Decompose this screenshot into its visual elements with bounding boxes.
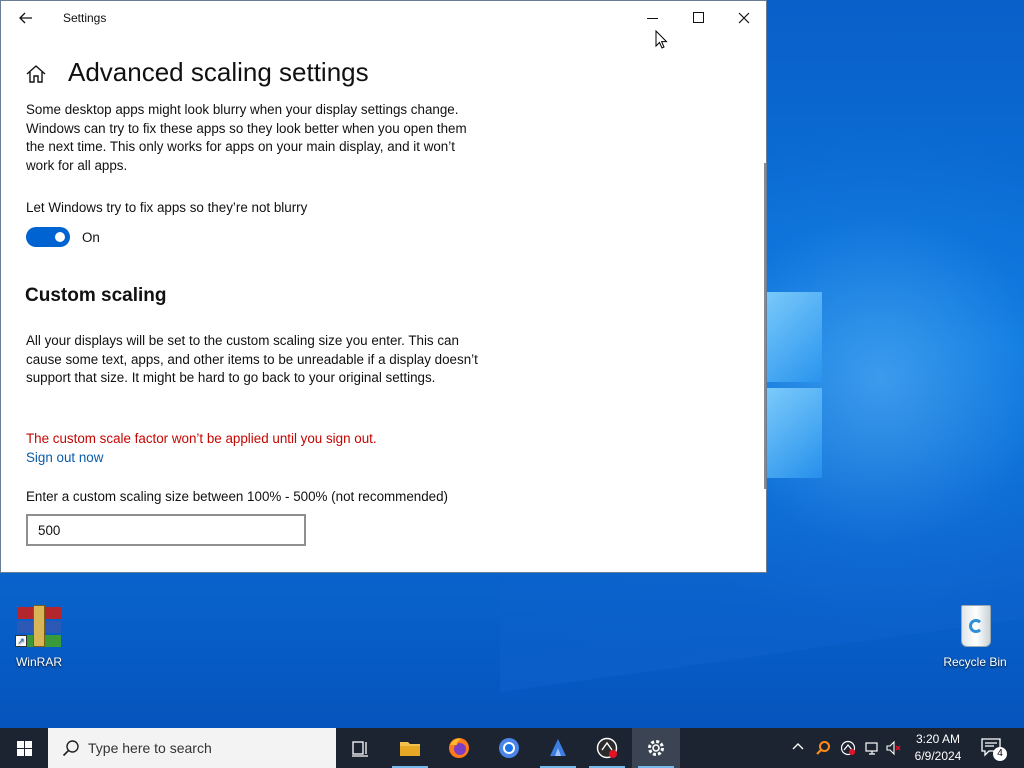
mouse-cursor-icon bbox=[655, 30, 668, 49]
scrollbar-thumb[interactable] bbox=[764, 163, 766, 489]
winrar-icon: ↗ bbox=[15, 603, 63, 651]
app-button[interactable] bbox=[534, 728, 582, 768]
clock-time: 3:20 AM bbox=[915, 732, 961, 746]
task-view-button[interactable] bbox=[336, 728, 384, 768]
search-tray-icon[interactable] bbox=[815, 740, 831, 756]
sign-out-warning: The custom scale factor won’t be applied… bbox=[26, 431, 377, 446]
custom-scaling-input-label: Enter a custom scaling size between 100%… bbox=[26, 489, 449, 504]
search-placeholder: Type here to search bbox=[88, 740, 212, 756]
app-icon bbox=[550, 739, 566, 756]
sync-tray-icon[interactable] bbox=[840, 740, 856, 756]
title-bar: Settings bbox=[1, 1, 766, 35]
taskbar-clock[interactable]: 3:20 AM 6/9/2024 bbox=[906, 731, 970, 765]
back-button[interactable] bbox=[15, 7, 37, 29]
minimize-icon bbox=[647, 18, 658, 19]
file-explorer-button[interactable] bbox=[386, 728, 434, 768]
clock-date: 6/9/2024 bbox=[914, 749, 962, 763]
firefox-icon bbox=[449, 738, 469, 758]
settings-icon bbox=[648, 740, 664, 756]
close-button[interactable] bbox=[721, 1, 766, 35]
app-record-button[interactable] bbox=[583, 728, 631, 768]
blurry-fix-toggle[interactable] bbox=[26, 227, 70, 247]
app-record-icon bbox=[596, 737, 618, 759]
maximize-icon bbox=[693, 12, 704, 23]
custom-scaling-heading: Custom scaling bbox=[25, 285, 167, 306]
search-icon bbox=[62, 740, 79, 757]
volume-muted-icon[interactable] bbox=[886, 740, 902, 756]
intro-text: Some desktop apps might look blurry when… bbox=[26, 102, 467, 173]
settings-button[interactable] bbox=[632, 728, 680, 768]
network-icon[interactable] bbox=[864, 740, 880, 756]
custom-scaling-input[interactable] bbox=[26, 514, 306, 546]
file-explorer-icon bbox=[400, 742, 420, 756]
blurry-fix-toggle-label: Let Windows try to fix apps so they’re n… bbox=[26, 200, 308, 215]
desktop-icon-label: Recycle Bin bbox=[943, 655, 1007, 669]
home-icon[interactable] bbox=[25, 63, 47, 85]
notification-count-badge: 4 bbox=[993, 747, 1007, 761]
firefox-button[interactable] bbox=[435, 728, 483, 768]
maximize-button[interactable] bbox=[675, 1, 721, 35]
action-center-button[interactable]: 4 bbox=[980, 736, 1007, 761]
sign-out-now-link[interactable]: Sign out now bbox=[26, 450, 103, 465]
show-hidden-icons-chevron-icon[interactable] bbox=[790, 740, 806, 756]
taskbar: Type here to search 3:20 AM 6/9/2024 4 bbox=[0, 728, 1024, 768]
custom-scaling-description: All your displays will be set to the cus… bbox=[26, 333, 478, 385]
taskbar-search-box[interactable]: Type here to search bbox=[48, 728, 336, 768]
desktop-icon-label: WinRAR bbox=[15, 655, 62, 669]
start-button[interactable] bbox=[0, 728, 48, 768]
chrome-icon bbox=[499, 738, 519, 758]
desktop-icon-winrar[interactable]: ↗ WinRAR bbox=[0, 603, 79, 669]
close-icon bbox=[738, 12, 750, 24]
back-arrow-icon bbox=[19, 12, 32, 24]
task-view-icon bbox=[352, 741, 368, 757]
recycle-bin-icon bbox=[951, 603, 999, 651]
toggle-state-text: On bbox=[82, 230, 100, 245]
settings-window: Settings Advanced scaling settings Some … bbox=[0, 0, 767, 573]
page-title: Advanced scaling settings bbox=[68, 57, 369, 87]
toggle-knob bbox=[55, 232, 65, 242]
desktop-icon-recycle-bin[interactable]: Recycle Bin bbox=[935, 603, 1015, 669]
window-title: Settings bbox=[63, 11, 107, 25]
chrome-button[interactable] bbox=[485, 728, 533, 768]
